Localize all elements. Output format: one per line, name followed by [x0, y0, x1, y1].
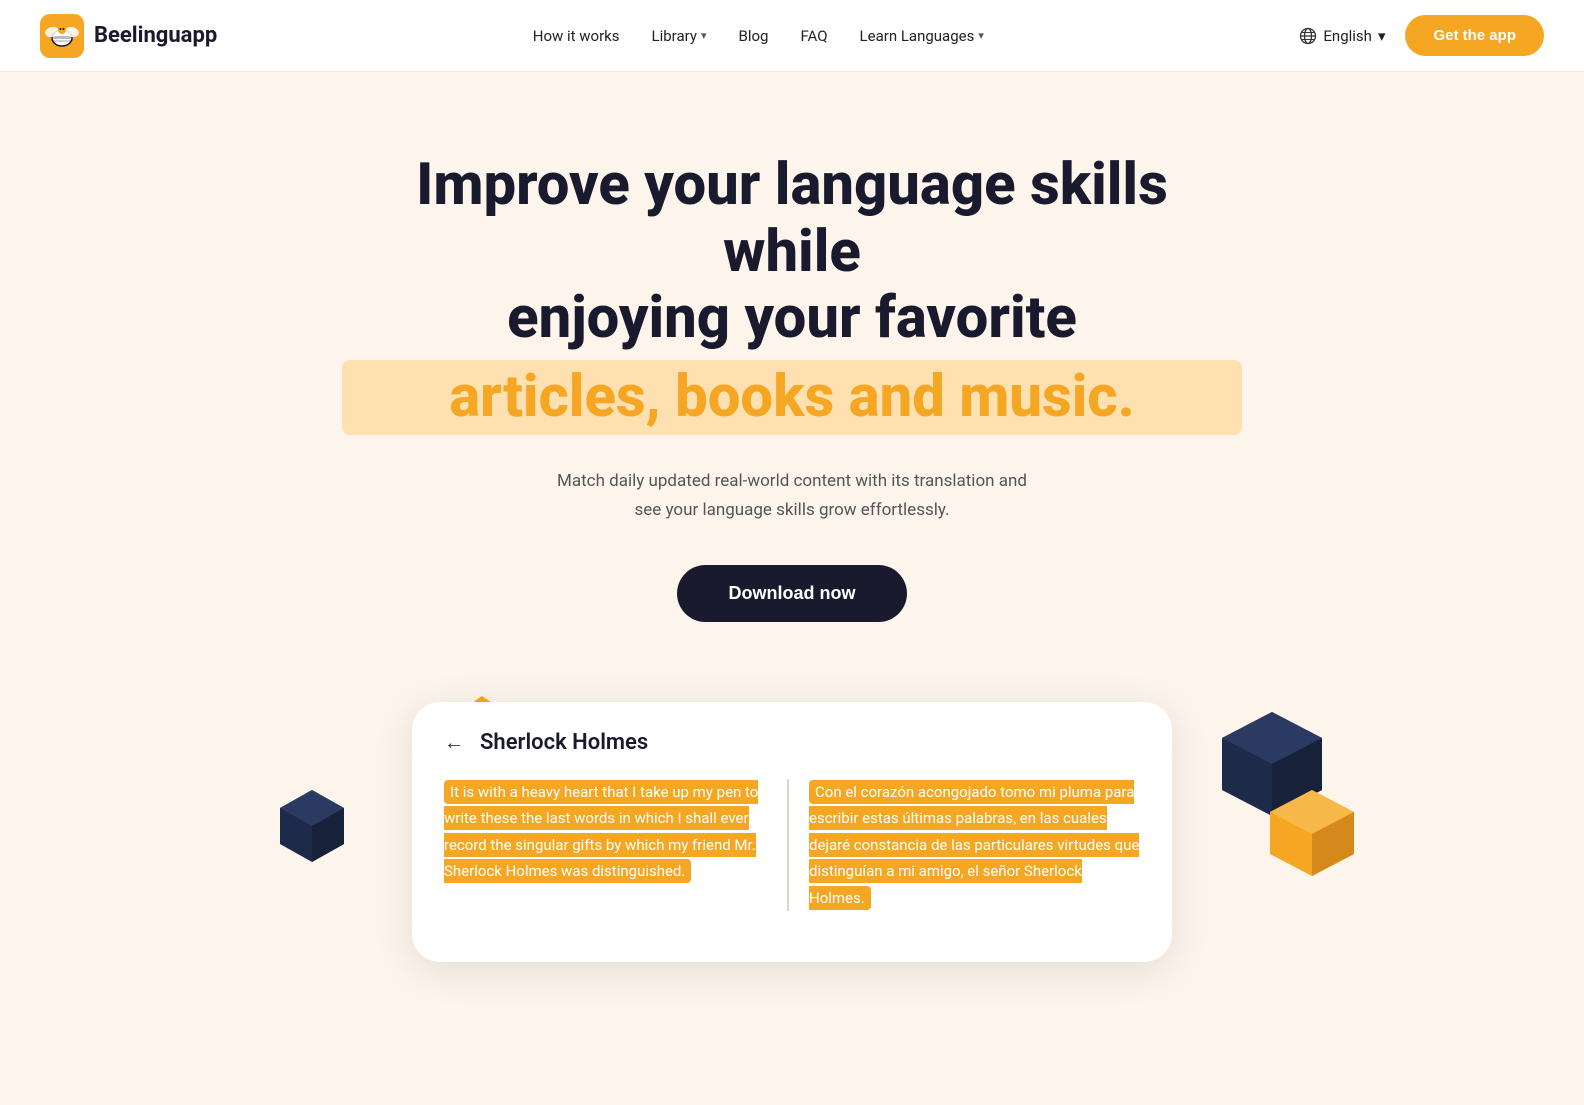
nav-item-blog[interactable]: Blog [738, 27, 768, 45]
language-selector[interactable]: English ▾ [1299, 27, 1385, 45]
nav-item-learn-languages[interactable]: Learn Languages ▾ [860, 27, 984, 45]
back-arrow-icon[interactable]: ← [444, 730, 464, 755]
hero-subtitle: Match daily updated real-world content w… [542, 467, 1042, 525]
hero-headline-line2: enjoying your favorite [507, 284, 1077, 352]
card-header: ← Sherlock Holmes [444, 730, 1140, 755]
dark-cube-left-decoration [272, 782, 352, 862]
hero-headline-highlight: articles, books and music. [342, 360, 1242, 435]
spanish-highlighted-text: Con el corazón acongojado tomo mi pluma … [809, 780, 1139, 910]
nav-item-library[interactable]: Library ▾ [652, 27, 707, 45]
text-column-english: It is with a heavy heart that I take up … [444, 779, 787, 912]
nav-right: English ▾ Get the app [1299, 15, 1544, 56]
text-columns: It is with a heavy heart that I take up … [444, 779, 1140, 912]
nav-item-faq[interactable]: FAQ [800, 27, 827, 45]
get-app-button[interactable]: Get the app [1405, 15, 1544, 56]
navbar: Beelinguapp How it works Library ▾ Blog … [0, 0, 1584, 72]
lang-chevron-icon: ▾ [1378, 27, 1386, 45]
spanish-text: Con el corazón acongojado tomo mi pluma … [809, 779, 1140, 912]
chevron-down-icon: ▾ [978, 29, 984, 42]
app-preview-container: ← Sherlock Holmes It is with a heavy hea… [192, 702, 1392, 1002]
card-title: Sherlock Holmes [480, 730, 648, 755]
app-card: ← Sherlock Holmes It is with a heavy hea… [412, 702, 1172, 962]
english-text: It is with a heavy heart that I take up … [444, 779, 775, 885]
language-label: English [1323, 27, 1372, 45]
download-button[interactable]: Download now [677, 565, 908, 622]
english-highlighted-text: It is with a heavy heart that I take up … [444, 780, 758, 884]
logo-text: Beelinguapp [94, 23, 217, 48]
logo[interactable]: Beelinguapp [40, 14, 217, 58]
globe-icon [1299, 27, 1317, 45]
nav-item-how-it-works[interactable]: How it works [533, 27, 620, 45]
bee-logo-icon [40, 14, 84, 58]
hero-headline-line1: Improve your language skills while [416, 151, 1168, 286]
hero-section: Improve your language skills while enjoy… [0, 72, 1584, 662]
orange-cube-right-decoration [1262, 782, 1362, 882]
text-column-spanish: Con el corazón acongojado tomo mi pluma … [787, 779, 1140, 912]
nav-links: How it works Library ▾ Blog FAQ Learn La… [533, 27, 984, 45]
hero-headline: Improve your language skills while enjoy… [342, 152, 1242, 435]
chevron-down-icon: ▾ [701, 29, 707, 42]
